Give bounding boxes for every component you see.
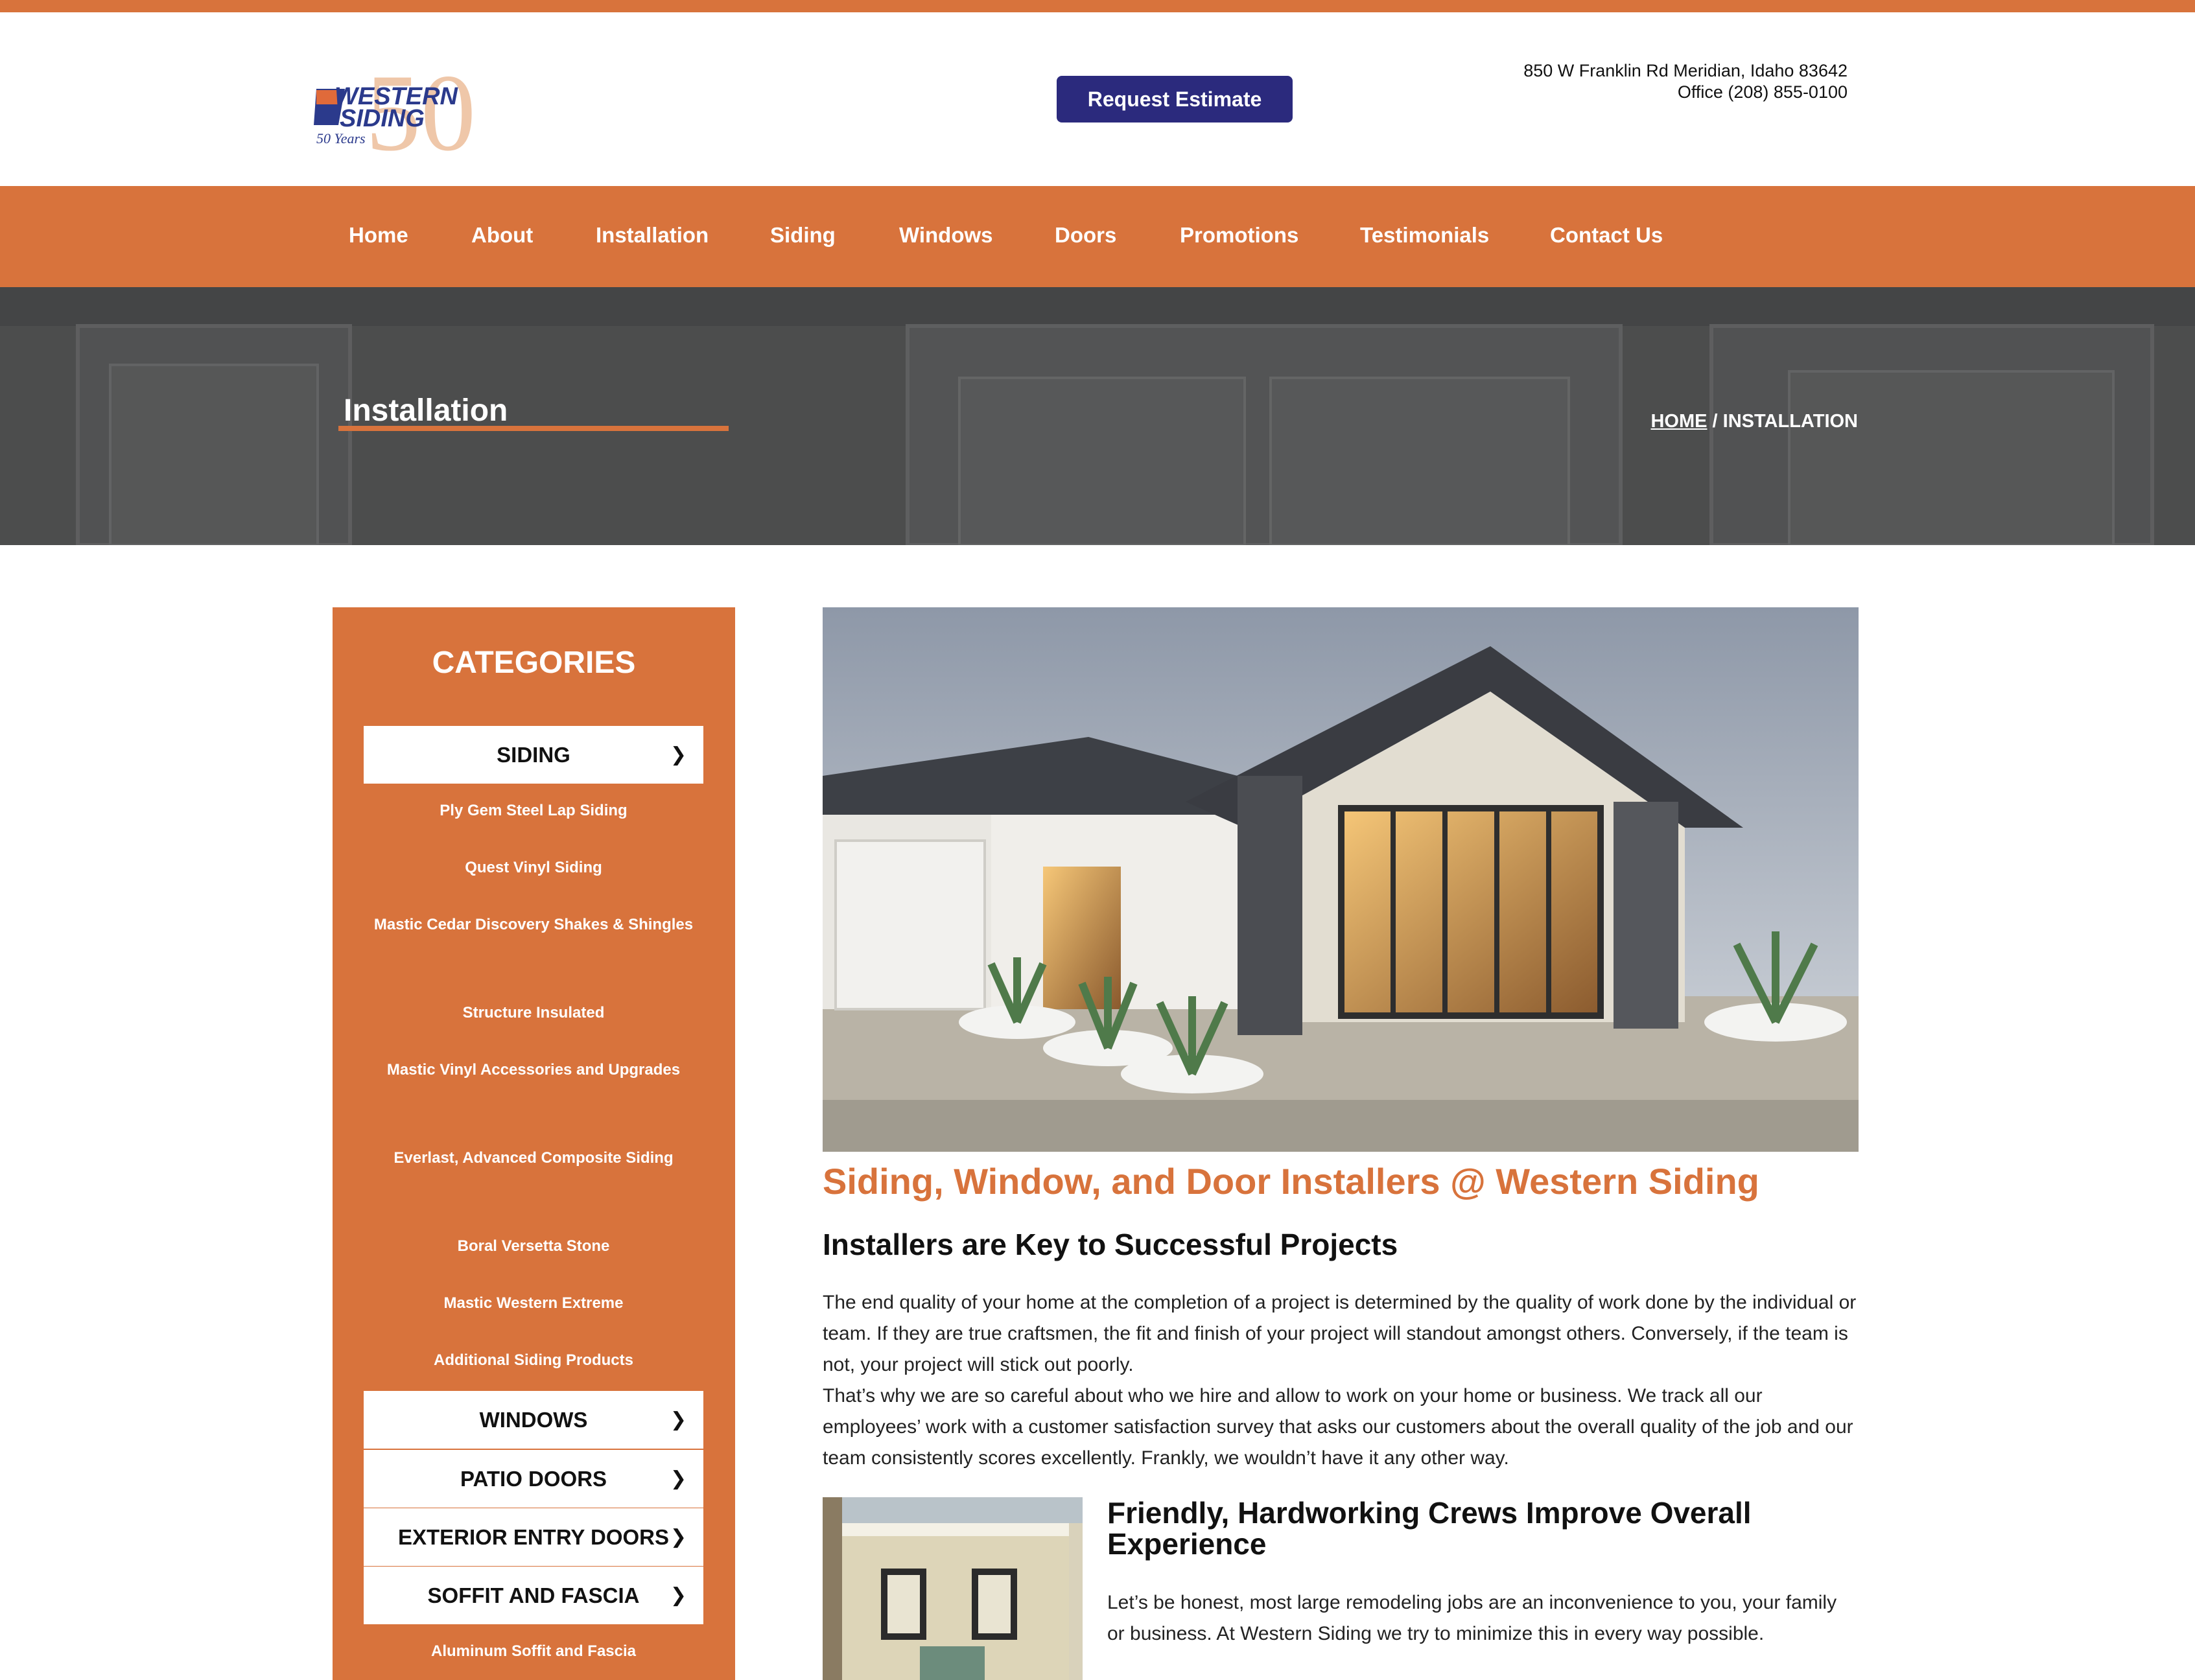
main-nav: Home About Installation Siding Windows D…: [0, 186, 2195, 287]
nav-installation[interactable]: Installation: [596, 186, 709, 287]
category-label: SOFFIT AND FASCIA: [427, 1583, 640, 1607]
category-label: PATIO DOORS: [460, 1467, 607, 1491]
content-subheading: Installers are Key to Successful Project…: [823, 1228, 1398, 1261]
chevron-down-icon: ❯: [670, 744, 687, 765]
house-photo: [823, 607, 1859, 1152]
logo-years: 50 Years: [316, 130, 366, 146]
chevron-down-icon: ❯: [670, 1468, 687, 1489]
category-windows[interactable]: WINDOWS ❯: [364, 1391, 703, 1449]
nav-promotions[interactable]: Promotions: [1180, 186, 1298, 287]
title-underline: [338, 426, 729, 431]
nav-doors[interactable]: Doors: [1055, 186, 1116, 287]
breadcrumb: HOME / INSTALLATION: [1650, 411, 1858, 432]
chevron-down-icon: ❯: [670, 1526, 687, 1548]
category-soffit-fascia[interactable]: SOFFIT AND FASCIA ❯: [364, 1567, 703, 1624]
nav-testimonials[interactable]: Testimonials: [1360, 186, 1489, 287]
category-label: EXTERIOR ENTRY DOORS: [397, 1525, 670, 1549]
site-header: 50 WESTERN SIDING 50 Years Request Estim…: [0, 12, 2195, 186]
contact-info: 850 W Franklin Rd Meridian, Idaho 83642 …: [1523, 60, 1848, 103]
phone-text[interactable]: Office (208) 855-0100: [1523, 82, 1848, 103]
breadcrumb-home-link[interactable]: HOME: [1650, 411, 1707, 432]
content-paragraph-2: That’s why we are so careful about who w…: [823, 1385, 1853, 1469]
category-label: SIDING: [497, 743, 570, 767]
category-exterior-entry-doors[interactable]: EXTERIOR ENTRY DOORS ❯: [364, 1508, 703, 1566]
address-text: 850 W Franklin Rd Meridian, Idaho 83642: [1523, 61, 1848, 80]
category-label: WINDOWS: [479, 1408, 588, 1432]
sidebar-item-everlast[interactable]: Everlast, Advanced Composite Siding: [364, 1143, 703, 1174]
sidebar-item-structure[interactable]: Structure Insulated: [364, 998, 703, 1029]
nav-windows[interactable]: Windows: [899, 186, 993, 287]
chevron-down-icon: ❯: [670, 1585, 687, 1606]
nav-siding[interactable]: Siding: [770, 186, 836, 287]
nav-contact-us[interactable]: Contact Us: [1550, 186, 1663, 287]
sidebar-title: CATEGORIES: [432, 646, 636, 680]
sidebar-item-western-extreme[interactable]: Mastic Western Extreme: [364, 1288, 703, 1319]
sidebar-item-aluminum-soffit[interactable]: Aluminum Soffit and Fascia: [364, 1636, 703, 1667]
top-accent-bar: [0, 0, 2195, 12]
hero-background-image: [0, 287, 2195, 545]
sidebar-item-additional[interactable]: Additional Siding Products: [364, 1345, 703, 1376]
content-heading: Siding, Window, and Door Installers @ We…: [823, 1161, 1759, 1202]
nav-home[interactable]: Home: [349, 186, 408, 287]
sidebar-item-boral[interactable]: Boral Versetta Stone: [364, 1231, 703, 1262]
crew-house-photo: [823, 1497, 1083, 1680]
breadcrumb-separator: /: [1707, 411, 1723, 432]
logo-text-bottom: SIDING: [340, 105, 425, 132]
sidebar-item-ply-gem[interactable]: Ply Gem Steel Lap Siding: [364, 795, 703, 826]
breadcrumb-current: INSTALLATION: [1722, 411, 1858, 432]
chevron-down-icon: ❯: [670, 1409, 687, 1430]
company-logo[interactable]: 50 WESTERN SIDING 50 Years: [314, 52, 502, 174]
category-patio-doors[interactable]: PATIO DOORS ❯: [364, 1450, 703, 1508]
page-title: Installation: [344, 393, 508, 428]
categories-sidebar: CATEGORIES SIDING ❯ Ply Gem Steel Lap Si…: [333, 607, 735, 1680]
category-siding[interactable]: SIDING ❯: [364, 726, 703, 784]
page-hero-banner: [0, 287, 2195, 545]
sidebar-item-quest-vinyl[interactable]: Quest Vinyl Siding: [364, 852, 703, 883]
sidebar-item-mastic-accessories[interactable]: Mastic Vinyl Accessories and Upgrades: [364, 1055, 703, 1086]
section-paragraph-crews: Let’s be honest, most large remodeling j…: [1107, 1592, 1837, 1644]
request-estimate-button[interactable]: Request Estimate: [1057, 76, 1293, 122]
sidebar-item-mastic-cedar[interactable]: Mastic Cedar Discovery Shakes & Shingles: [364, 909, 703, 940]
section-heading-crews: Friendly, Hardworking Crews Improve Over…: [1107, 1496, 1752, 1561]
content-paragraph-1: The end quality of your home at the comp…: [823, 1292, 1857, 1375]
nav-about[interactable]: About: [471, 186, 533, 287]
